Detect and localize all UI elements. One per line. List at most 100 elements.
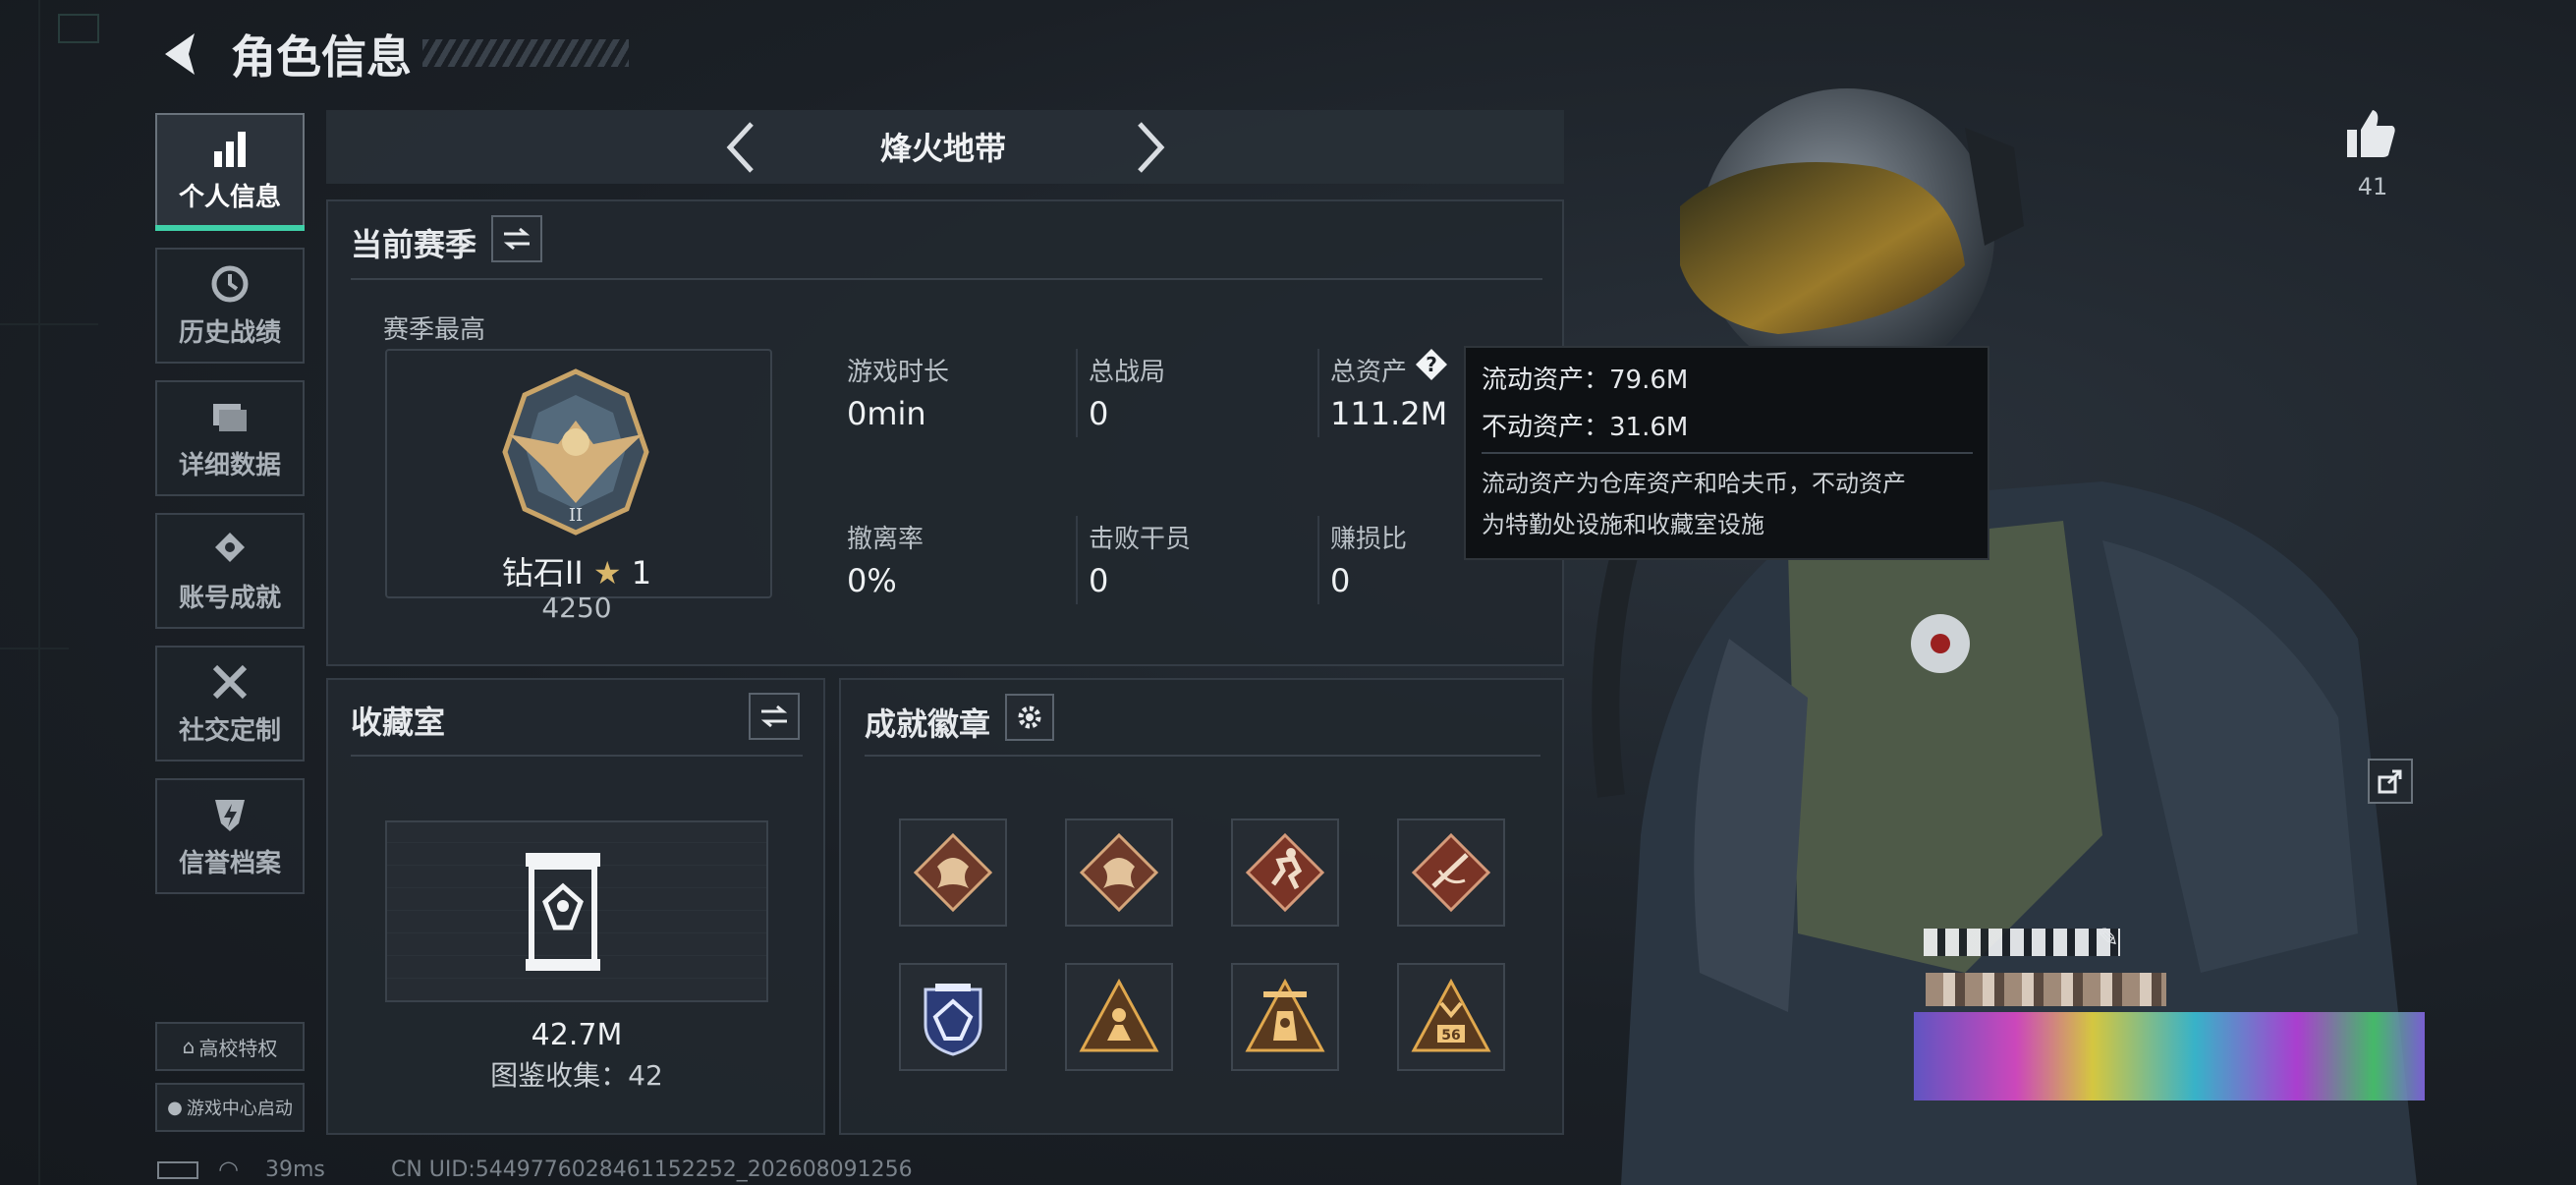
achievement-icon bbox=[215, 532, 245, 562]
achievements-settings-button[interactable] bbox=[1005, 694, 1054, 741]
stat-separator bbox=[1076, 349, 1078, 437]
campus-privilege-button[interactable]: ⌂ 高校特权 bbox=[155, 1022, 305, 1071]
sidebar-item-label: 详细数据 bbox=[178, 450, 281, 480]
wifi-icon: ◠ bbox=[218, 1156, 239, 1183]
tooltip-fixed: 不动资产：31.6M bbox=[1482, 413, 1689, 442]
collection-cabinet-icon bbox=[526, 853, 600, 971]
dragon-badge-icon bbox=[913, 832, 993, 913]
tooltip-desc-line1: 流动资产为仓库资产和哈夫币，不动资产 bbox=[1482, 470, 1906, 497]
sidebar-item-social[interactable]: 社交定制 bbox=[155, 646, 305, 762]
battery-icon bbox=[157, 1161, 198, 1179]
gear-icon bbox=[1018, 705, 1041, 729]
share-button[interactable] bbox=[2368, 759, 2413, 804]
collection-value: 42.7M bbox=[531, 1018, 623, 1052]
achievement-badge[interactable] bbox=[1231, 818, 1339, 927]
stat-value-extract-rate: 0% bbox=[847, 562, 897, 599]
runner-badge-icon bbox=[1245, 832, 1325, 913]
game-center-button[interactable]: ● 游戏中心启动 bbox=[155, 1083, 305, 1132]
history-icon bbox=[211, 265, 249, 302]
like-button[interactable] bbox=[2343, 106, 2402, 165]
uid-text: CN UID:5449776028461152252_202608091256 bbox=[391, 1157, 913, 1182]
season-title: 当前赛季 bbox=[351, 226, 477, 263]
achievement-badge[interactable] bbox=[899, 818, 1007, 927]
sidebar-item-details[interactable]: 详细数据 bbox=[155, 380, 305, 496]
triangle-soldier-badge-icon bbox=[1079, 978, 1159, 1052]
star-icon: ★ bbox=[592, 554, 622, 592]
sidebar-item-label: 个人信息 bbox=[178, 182, 281, 212]
collection-divider bbox=[351, 755, 803, 757]
collection-title: 收藏室 bbox=[351, 704, 446, 741]
stat-value-assets: 111.2M bbox=[1330, 395, 1448, 432]
stat-separator bbox=[1317, 349, 1319, 437]
rank-name-row: 钻石II ★ 1 bbox=[385, 548, 768, 593]
achievement-badge[interactable] bbox=[1397, 818, 1505, 927]
collection-swap-button[interactable] bbox=[749, 693, 800, 740]
svg-text:56: 56 bbox=[1441, 1028, 1460, 1044]
season-swap-button[interactable] bbox=[491, 215, 542, 262]
assets-tooltip: 流动资产：79.6M 不动资产：31.6M 流动资产为仓库资产和哈夫币，不动资产… bbox=[1464, 346, 1989, 560]
rank-emblem: II bbox=[502, 368, 649, 536]
rank-name: 钻石II bbox=[501, 554, 584, 592]
thumbs-up-icon bbox=[2347, 110, 2395, 157]
help-icon: ? bbox=[1416, 349, 1447, 380]
page-title: 角色信息 bbox=[231, 30, 412, 84]
campus-icon: ⌂ bbox=[182, 1035, 196, 1058]
achievement-badge[interactable] bbox=[1231, 963, 1339, 1071]
player-card-mosaic bbox=[1914, 1012, 2425, 1100]
stat-label-extract-rate: 撤离率 bbox=[847, 525, 924, 554]
season-subtitle: 赛季最高 bbox=[383, 315, 486, 345]
rank-stars: 1 bbox=[631, 554, 652, 592]
sidebar-item-reputation[interactable]: 信誉档案 bbox=[155, 778, 305, 894]
share-icon bbox=[2378, 769, 2402, 794]
bar-chart-icon bbox=[214, 131, 246, 167]
stat-separator bbox=[1076, 516, 1078, 604]
achievements-divider bbox=[865, 755, 1540, 757]
chevron-right-icon bbox=[1138, 122, 1165, 173]
background-decoration bbox=[0, 0, 99, 1185]
achievement-badge[interactable] bbox=[1065, 818, 1173, 927]
mode-label: 烽火地带 bbox=[879, 130, 1006, 167]
stat-label-assets: 总资产 bbox=[1330, 358, 1408, 387]
stat-separator bbox=[1317, 516, 1319, 604]
dragon-badge-icon bbox=[1079, 832, 1159, 913]
stat-label-matches: 总战局 bbox=[1089, 358, 1166, 387]
tooltip-divider bbox=[1482, 452, 1973, 454]
stat-value-matches: 0 bbox=[1089, 395, 1109, 432]
stat-label-playtime: 游戏时长 bbox=[847, 358, 950, 387]
stat-label-kills: 击败干员 bbox=[1089, 525, 1192, 554]
swap-icon bbox=[503, 227, 531, 251]
assets-help-icon[interactable]: ? bbox=[1415, 348, 1448, 381]
collection-catalog: 图鉴收集：42 bbox=[490, 1059, 663, 1092]
sidebar-item-label: 账号成就 bbox=[178, 583, 281, 613]
sidebar-item-label: 社交定制 bbox=[178, 715, 281, 746]
qq-icon: ● bbox=[167, 1097, 183, 1118]
achievement-badge[interactable]: 56 bbox=[1397, 963, 1505, 1071]
sidebar-item-history[interactable]: 历史战绩 bbox=[155, 248, 305, 364]
sidebar-item-label: 历史战绩 bbox=[178, 317, 281, 348]
svg-text:?: ? bbox=[1426, 353, 1437, 376]
player-tag-mosaic bbox=[1926, 973, 2166, 1006]
sidebar-item-label: 信誉档案 bbox=[178, 848, 281, 878]
stat-label-profit-ratio: 赚损比 bbox=[1330, 525, 1408, 554]
sidebar-item-personal-info[interactable]: 个人信息 bbox=[155, 113, 305, 229]
rank-points: 4250 bbox=[541, 592, 612, 624]
chevron-left-icon bbox=[726, 122, 754, 173]
ping-text: 39ms bbox=[265, 1157, 325, 1182]
mode-next-button[interactable] bbox=[1130, 120, 1169, 175]
sidebar-item-achievements[interactable]: 账号成就 bbox=[155, 513, 305, 629]
achievement-badge[interactable] bbox=[1065, 963, 1173, 1071]
edit-name-icon[interactable]: ✎ bbox=[2098, 924, 2119, 953]
like-count: 41 bbox=[2357, 173, 2388, 200]
active-indicator bbox=[155, 225, 305, 231]
tooltip-liquid: 流动资产：79.6M bbox=[1482, 366, 1689, 395]
campus-privilege-label: 高校特权 bbox=[198, 1036, 278, 1060]
folder-icon bbox=[213, 403, 247, 431]
mode-prev-button[interactable] bbox=[722, 120, 761, 175]
player-name-mosaic bbox=[1924, 929, 2120, 956]
achievement-badge[interactable] bbox=[899, 963, 1007, 1071]
back-button[interactable] bbox=[155, 28, 204, 81]
game-center-label: 游戏中心启动 bbox=[186, 1099, 293, 1119]
stat-value-profit-ratio: 0 bbox=[1330, 562, 1351, 599]
tooltip-desc-line2: 为特勤处设施和收藏室设施 bbox=[1482, 511, 1764, 538]
triangle-tower-badge-icon bbox=[1245, 978, 1325, 1052]
